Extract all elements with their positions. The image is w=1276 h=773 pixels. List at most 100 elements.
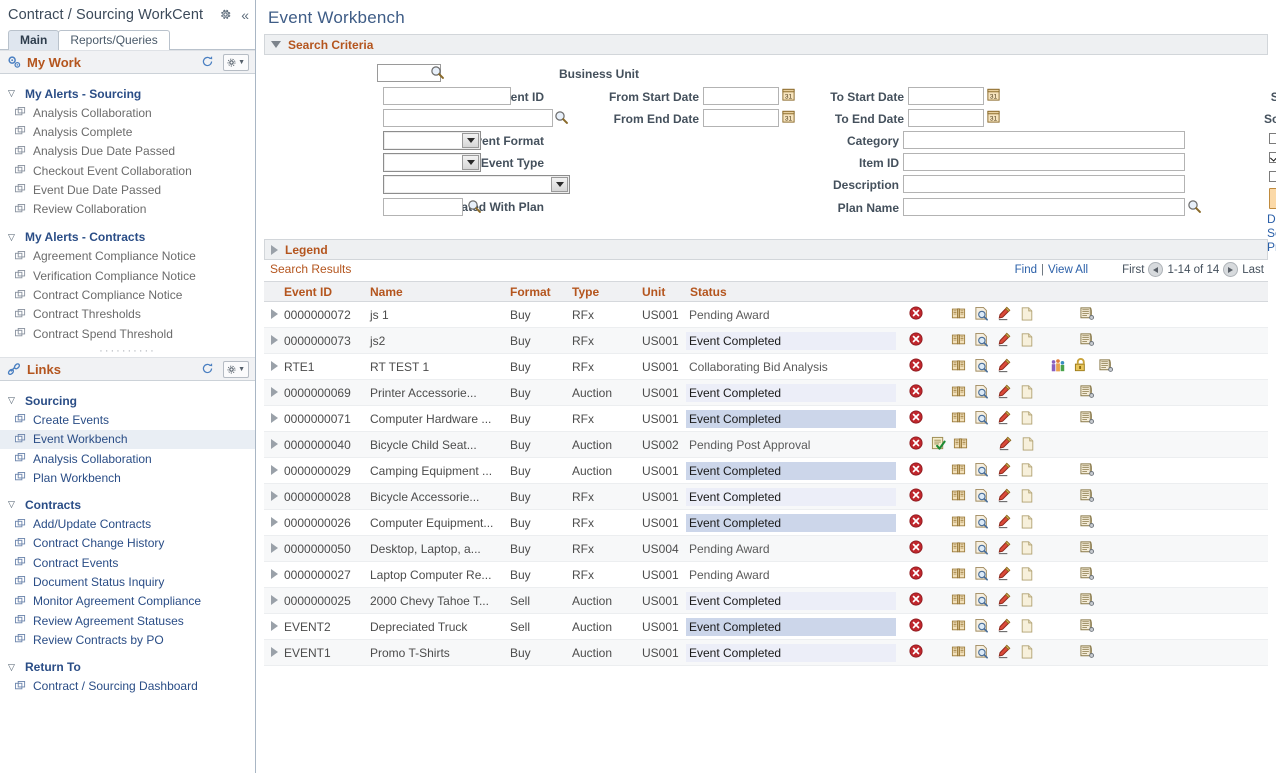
row-expand-cell[interactable]	[264, 327, 280, 354]
nav-item-contract-spend-threshold[interactable]: Contract Spend Threshold	[0, 324, 255, 343]
chevron-right-icon[interactable]	[271, 360, 278, 371]
nav-item-verification-compliance-notice[interactable]: Verification Compliance Notice	[0, 266, 255, 285]
cell-event-id[interactable]: 0000000028	[280, 483, 366, 510]
sidebar-item-review-contracts-by-po[interactable]: Review Contracts by PO	[0, 630, 255, 649]
row-expand-cell[interactable]	[264, 483, 280, 510]
sidebar-item-analysis-collaboration[interactable]: Analysis Collaboration	[0, 449, 255, 468]
sidebar-item-contract-events[interactable]: Contract Events	[0, 553, 255, 572]
nav-item-review-collaboration[interactable]: Review Collaboration	[0, 199, 255, 218]
chevron-right-icon[interactable]	[271, 568, 278, 579]
pencil-icon[interactable]	[997, 410, 1020, 428]
book-icon[interactable]	[951, 592, 974, 609]
nav-item-event-due-date-passed[interactable]: Event Due Date Passed	[0, 180, 255, 199]
cancel-icon[interactable]	[909, 410, 931, 427]
bid-list-icon[interactable]	[1079, 462, 1101, 480]
book-icon[interactable]	[951, 306, 974, 323]
table-row[interactable]: 0000000026 Computer Equipment... Buy RFx US0…	[264, 509, 1268, 536]
row-expand-cell[interactable]	[264, 457, 280, 484]
row-expand-cell[interactable]	[264, 353, 280, 380]
page-icon[interactable]	[1020, 384, 1044, 402]
bid-list-icon[interactable]	[1079, 384, 1101, 402]
cell-event-id[interactable]: 0000000073	[280, 327, 366, 354]
pencil-icon[interactable]	[997, 566, 1020, 584]
view-all-link[interactable]: View All	[1048, 264, 1088, 276]
to-end-date-input[interactable]	[908, 109, 984, 127]
nav-group-return-to[interactable]: ▽ Return To	[0, 658, 255, 677]
pencil-icon[interactable]	[997, 618, 1020, 636]
book-icon[interactable]	[951, 410, 974, 427]
magnifier-doc-icon[interactable]	[974, 410, 997, 428]
arrow-left-circle-icon[interactable]	[1148, 262, 1164, 277]
page-icon[interactable]	[1020, 410, 1044, 428]
from-end-date-input[interactable]	[703, 109, 779, 127]
magnifier-doc-icon[interactable]	[974, 644, 997, 662]
refresh-icon[interactable]	[201, 55, 214, 70]
legend-section-header[interactable]: Legend	[264, 239, 1268, 260]
nav-group-sourcing[interactable]: ▽ Sourcing	[0, 391, 255, 410]
chevron-right-icon[interactable]	[271, 620, 278, 631]
table-row[interactable]: 0000000069 Printer Accessorie... Buy Auctio…	[264, 379, 1268, 406]
book-icon[interactable]	[951, 462, 974, 479]
pencil-icon[interactable]	[997, 462, 1020, 480]
magnifier-doc-icon[interactable]	[974, 358, 997, 376]
bid-list-icon[interactable]	[1079, 332, 1101, 350]
cancel-icon[interactable]	[909, 644, 931, 661]
magnifier-doc-icon[interactable]	[974, 514, 997, 532]
pencil-icon[interactable]	[997, 358, 1020, 376]
lock-icon[interactable]	[1074, 357, 1098, 376]
chevron-right-icon[interactable]	[271, 542, 278, 553]
bid-list-icon[interactable]	[1079, 618, 1101, 636]
sidebar-item-contract-change-history[interactable]: Contract Change History	[0, 534, 255, 553]
bid-list-icon[interactable]	[1079, 410, 1101, 428]
calendar-icon[interactable]: 31	[986, 109, 1001, 124]
page-icon[interactable]	[1020, 462, 1044, 480]
chevron-right-icon[interactable]	[271, 516, 278, 527]
cell-event-id[interactable]: 0000000025	[280, 587, 366, 614]
plan-name-input[interactable]	[903, 198, 1185, 216]
chevron-right-icon[interactable]	[271, 646, 278, 657]
default-search-preferences-link[interactable]: Default Search Preferences	[1267, 212, 1276, 254]
nav-item-contract-compliance-notice[interactable]: Contract Compliance Notice	[0, 285, 255, 304]
chevron-right-icon[interactable]	[271, 438, 278, 449]
created-by-input[interactable]	[383, 109, 553, 127]
gear-icon[interactable]	[219, 8, 232, 23]
page-icon[interactable]	[1020, 566, 1044, 584]
first-link[interactable]: First	[1122, 264, 1144, 276]
table-row[interactable]: 0000000071 Computer Hardware ... Buy RFx US0…	[264, 405, 1268, 432]
cancel-icon[interactable]	[909, 306, 931, 323]
table-row[interactable]: 0000000029 Camping Equipment ... Buy Auctio…	[264, 457, 1268, 484]
row-expand-cell[interactable]	[264, 509, 280, 536]
panel-resize-handle[interactable]: ··········	[0, 346, 255, 357]
table-row[interactable]: 0000000040 Bicycle Child Seat... Buy Auctio…	[264, 431, 1268, 458]
nav-item-contract-thresholds[interactable]: Contract Thresholds	[0, 305, 255, 324]
cell-event-id[interactable]: 0000000027	[280, 561, 366, 588]
find-link[interactable]: Find	[1015, 264, 1037, 276]
row-expand-cell[interactable]	[264, 639, 280, 666]
cell-event-id[interactable]: 0000000026	[280, 509, 366, 536]
only-show-active-events-row[interactable]: Only show Active Events	[1269, 150, 1276, 164]
table-row[interactable]: 0000000028 Bicycle Accessorie... Buy RFx US0…	[264, 483, 1268, 510]
bid-list-icon[interactable]	[1079, 514, 1101, 532]
row-expand-cell[interactable]	[264, 587, 280, 614]
cell-event-id[interactable]: RTE1	[280, 353, 366, 380]
pencil-icon[interactable]	[998, 436, 1021, 454]
chevron-right-icon[interactable]	[271, 386, 278, 397]
chevron-right-icon[interactable]	[271, 412, 278, 423]
pencil-icon[interactable]	[997, 644, 1020, 662]
row-expand-cell[interactable]	[264, 431, 280, 458]
only-show-events-i-created-row[interactable]: Only show Events I created	[1269, 131, 1276, 145]
magnifier-doc-icon[interactable]	[974, 618, 997, 636]
page-icon[interactable]	[1020, 644, 1044, 662]
cell-event-id[interactable]: 0000000069	[280, 379, 366, 406]
magnifier-icon[interactable]	[430, 65, 445, 80]
cancel-icon[interactable]	[909, 384, 931, 401]
cell-event-id[interactable]: 0000000072	[280, 301, 366, 328]
pencil-icon[interactable]	[997, 332, 1020, 350]
book-icon[interactable]	[951, 358, 974, 375]
chevron-right-icon[interactable]	[271, 464, 278, 475]
item-id-input[interactable]	[903, 153, 1185, 171]
magnifier-doc-icon[interactable]	[974, 384, 997, 402]
bid-list-icon[interactable]	[1079, 592, 1101, 610]
row-expand-cell[interactable]	[264, 301, 280, 328]
cancel-icon[interactable]	[909, 592, 931, 609]
